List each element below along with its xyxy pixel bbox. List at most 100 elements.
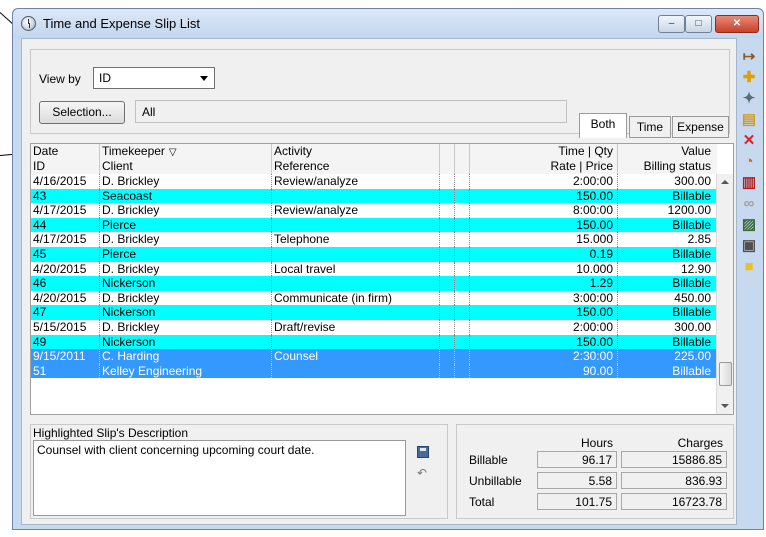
table-row[interactable]: 44 Pierce 150.00 Billable xyxy=(31,217,717,233)
cell-blank-2 xyxy=(454,320,469,335)
col-header-id[interactable]: ID xyxy=(31,159,99,174)
cell-blank-1 xyxy=(439,232,454,247)
cell-blank-1 xyxy=(439,334,454,350)
col-header-timekeeper[interactable]: Timekeeper ▽ xyxy=(99,144,271,159)
col-header-rate-price[interactable]: Rate | Price xyxy=(469,159,617,174)
table-row[interactable]: 47 Nickerson 150.00 Billable xyxy=(31,305,717,320)
maximize-button[interactable]: □ xyxy=(685,15,712,33)
cell-time-qty-rate: 2:00:00 xyxy=(469,174,617,189)
grid-vertical-scrollbar[interactable] xyxy=(716,174,733,414)
title-bar[interactable]: Time and Expense Slip List – □ ✕ xyxy=(13,9,763,38)
cell-date-id: 4/17/2015 xyxy=(33,203,87,218)
scroll-up-icon[interactable] xyxy=(721,180,729,184)
cell-blank-1 xyxy=(439,203,454,218)
save-icon[interactable] xyxy=(417,446,429,458)
add-slip-icon[interactable]: ✚ xyxy=(741,70,757,86)
col-header-time-qty[interactable]: Time | Qty xyxy=(469,144,617,159)
cell-activity-reference xyxy=(271,305,439,320)
slip-grid[interactable]: Date Timekeeper ▽ Activity Time | Qty Val… xyxy=(30,143,734,415)
cell-date-id: 47 xyxy=(33,305,47,320)
cell-date-id: 4/20/2015 xyxy=(33,290,87,305)
col-header-activity[interactable]: Activity xyxy=(271,144,439,159)
cell-blank-2 xyxy=(454,290,469,306)
cell-blank-1 xyxy=(439,188,454,204)
cell-timekeeper-client: Nickerson xyxy=(99,305,271,320)
tab-both[interactable]: Both xyxy=(579,113,627,138)
table-row[interactable]: 45 Pierce 0.19 Billable xyxy=(31,247,717,262)
table-row[interactable]: 51 Kelley Engineering 90.00 Billable xyxy=(31,363,717,379)
tab-time[interactable]: Time xyxy=(629,116,671,138)
cell-value-status: Billable xyxy=(617,217,717,233)
description-group: Highlighted Slip's Description Counsel w… xyxy=(30,424,448,519)
col-header-blank-2[interactable] xyxy=(454,144,469,159)
table-row[interactable]: 4/20/2015 D. Brickley Communicate (in firm… xyxy=(31,290,717,306)
scroll-thumb[interactable] xyxy=(719,362,732,386)
col-header-blank-1[interactable] xyxy=(439,144,454,159)
table-row[interactable]: 49 Nickerson 150.00 Billable xyxy=(31,334,717,350)
cell-time-qty-rate: 150.00 xyxy=(469,188,617,204)
cell-value-status: Billable xyxy=(617,247,717,262)
cell-time-qty-rate: 150.00 xyxy=(469,334,617,350)
cell-date-id: 51 xyxy=(33,363,47,378)
col-header-billing-status[interactable]: Billing status xyxy=(617,159,717,174)
billable-label: Billable xyxy=(469,453,508,467)
slip-list-window: Time and Expense Slip List – □ ✕ View by… xyxy=(12,8,764,530)
cell-time-qty-rate: 8:00:00 xyxy=(469,203,617,218)
table-row[interactable]: 4/17/2015 D. Brickley Telephone 15.000 2.85 xyxy=(31,232,717,247)
cell-activity-reference: Communicate (in firm) xyxy=(271,290,439,306)
open-folder-icon[interactable]: ▤ xyxy=(741,112,757,128)
col-header-date[interactable]: Date xyxy=(31,144,99,159)
cell-timekeeper-client: D. Brickley xyxy=(99,290,271,306)
cell-blank-2 xyxy=(454,188,469,204)
note-icon[interactable]: ■ xyxy=(741,259,757,275)
cell-value-status: 300.00 xyxy=(617,174,717,189)
cell-blank-2 xyxy=(454,174,469,189)
col-header-value[interactable]: Value xyxy=(617,144,717,159)
col-header-blank-3[interactable] xyxy=(439,159,454,174)
cell-time-qty-rate: 90.00 xyxy=(469,363,617,379)
grid-header-row-2: ID Client Reference Rate | Price Billing… xyxy=(31,159,717,174)
open-slip-icon[interactable]: ↦ xyxy=(741,49,757,65)
cell-blank-2 xyxy=(454,334,469,350)
viewby-dropdown[interactable]: ID xyxy=(93,67,215,89)
report-icon[interactable]: ▨ xyxy=(741,217,757,233)
table-row[interactable]: 4/17/2015 D. Brickley Review/analyze 8:00:0… xyxy=(31,203,717,218)
col-header-blank-4[interactable] xyxy=(454,159,469,174)
cell-time-qty-rate: 3:00:00 xyxy=(469,290,617,306)
col-header-client[interactable]: Client xyxy=(99,159,271,174)
description-textarea[interactable]: Counsel with client concerning upcoming … xyxy=(33,440,406,516)
cell-time-qty-rate: 150.00 xyxy=(469,217,617,233)
table-row[interactable]: 46 Nickerson 1.29 Billable xyxy=(31,276,717,291)
table-row[interactable]: 4/16/2015 D. Brickley Review/analyze 2:00:0… xyxy=(31,174,717,189)
filter-group: View by ID Selection... All Both Time Ex… xyxy=(30,49,730,138)
cell-timekeeper-client: Kelley Engineering xyxy=(99,363,271,379)
selection-button[interactable]: Selection... xyxy=(39,101,125,124)
table-row[interactable]: 5/15/2015 D. Brickley Draft/revise 2:00:00 3… xyxy=(31,320,717,335)
chevron-down-icon xyxy=(200,76,208,81)
table-row[interactable]: 9/15/2011 C. Harding Counsel 2:30:00 225.00 xyxy=(31,349,717,364)
minimize-button[interactable]: – xyxy=(658,15,685,33)
cell-timekeeper-client: Pierce xyxy=(99,217,271,233)
duplicate-slip-icon[interactable]: ✦ xyxy=(741,91,757,107)
cell-blank-1 xyxy=(439,247,454,262)
cell-date-id: 5/15/2015 xyxy=(33,320,87,334)
cell-blank-2 xyxy=(454,276,469,291)
reference-book-icon[interactable]: ▥ xyxy=(741,175,757,191)
col-header-reference[interactable]: Reference xyxy=(271,159,439,174)
cell-time-qty-rate: 150.00 xyxy=(469,305,617,320)
cell-time-qty-rate: 0.19 xyxy=(469,247,617,262)
cell-activity-reference xyxy=(271,363,439,379)
cell-blank-2 xyxy=(454,232,469,247)
cell-blank-2 xyxy=(454,247,469,262)
print-icon[interactable]: ▣ xyxy=(741,238,757,254)
timer-icon[interactable]: ◔ xyxy=(741,154,757,170)
tab-expense[interactable]: Expense xyxy=(672,116,729,138)
scroll-down-icon[interactable] xyxy=(721,404,729,408)
delete-icon[interactable]: ✕ xyxy=(741,133,757,149)
table-row[interactable]: 43 Seacoast 150.00 Billable xyxy=(31,188,717,204)
undo-icon[interactable]: ↶ xyxy=(417,466,427,480)
close-button[interactable]: ✕ xyxy=(715,15,759,33)
link-icon[interactable]: ∞ xyxy=(741,196,757,212)
cell-value-status: 225.00 xyxy=(617,349,717,364)
table-row[interactable]: 4/20/2015 D. Brickley Local travel 10.000 12… xyxy=(31,261,717,277)
